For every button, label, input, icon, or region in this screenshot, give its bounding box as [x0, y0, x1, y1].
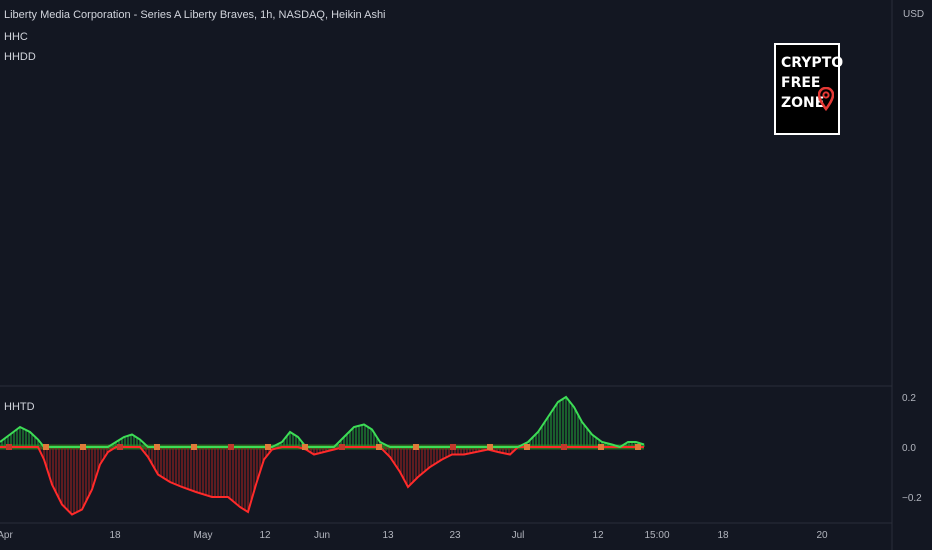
- time-tick-label: 12: [259, 530, 271, 541]
- oscillator-zero-marker: [413, 444, 419, 450]
- oscillator-zero-marker: [228, 444, 234, 450]
- oscillator-zero-marker: [487, 444, 493, 450]
- oscillator-zero-marker: [635, 444, 641, 450]
- oscillator-zero-marker: [598, 444, 604, 450]
- time-tick-label: 20: [816, 530, 828, 541]
- oscillator-pane: [0, 395, 645, 516]
- oscillator-zero-marker: [191, 444, 197, 450]
- time-tick-label: Jun: [314, 530, 330, 541]
- time-tick-label: 18: [109, 530, 121, 541]
- oscillator-negative-line: [0, 446, 644, 516]
- time-tick-label: Jul: [512, 530, 525, 541]
- oscillator-zero-marker: [265, 444, 271, 450]
- oscillator-zero-marker: [117, 444, 123, 450]
- time-tick-label: 13: [382, 530, 394, 541]
- indicator-hhdd-label[interactable]: HHDD: [4, 51, 36, 63]
- oscillator-zero-marker: [6, 444, 12, 450]
- oscillator-zero-marker: [302, 444, 308, 450]
- indicator-hhtd-label[interactable]: HHTD: [4, 401, 35, 413]
- time-tick-label: 15:00: [644, 530, 669, 541]
- map-pin-icon: [818, 87, 834, 111]
- oscillator-zero-marker: [339, 444, 345, 450]
- oscillator-zero-marker: [376, 444, 382, 450]
- time-tick-label: May: [194, 530, 213, 541]
- crypto-free-zone-logo: CRYPTO FREE ZONE: [774, 43, 844, 135]
- oscillator-zero-marker: [43, 444, 49, 450]
- time-tick-label: 23: [449, 530, 461, 541]
- time-tick-label: Apr: [0, 530, 13, 541]
- oscillator-zero-marker: [154, 444, 160, 450]
- oscillator-zero-marker: [561, 444, 567, 450]
- chart-title: Liberty Media Corporation - Series A Lib…: [4, 9, 386, 21]
- oscillator-zero-marker: [80, 444, 86, 450]
- oscillator-zero-marker: [524, 444, 530, 450]
- oscillator-tick-label: 0.0: [902, 443, 916, 454]
- time-tick-label: 18: [717, 530, 729, 541]
- oscillator-tick-label: −0.2: [902, 493, 922, 504]
- logo-line-1: CRYPTO: [781, 55, 844, 71]
- oscillator-tick-label: 0.2: [902, 393, 916, 404]
- time-tick-label: 12: [592, 530, 604, 541]
- oscillator-zero-marker: [450, 444, 456, 450]
- currency-label: USD: [903, 9, 925, 20]
- indicator-hhc-label[interactable]: HHC: [4, 31, 28, 43]
